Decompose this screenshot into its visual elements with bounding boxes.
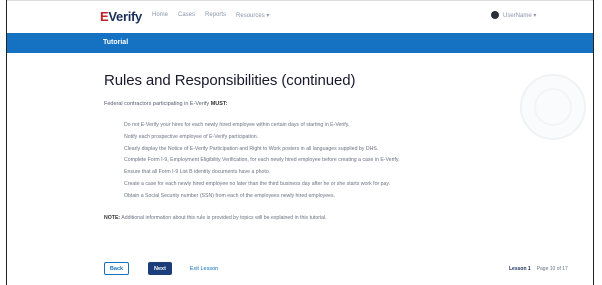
user-menu-label: UserName ▾	[503, 12, 537, 19]
rule-item: Ensure that all Form I-9 List B identity…	[124, 169, 271, 176]
intro-text: Federal contractors participating in E-V…	[104, 101, 228, 107]
intro-emphasis: MUST:	[210, 101, 228, 107]
back-button[interactable]: Back	[104, 262, 129, 275]
rule-item: Complete Form I-9, Employment Eligibilit…	[124, 157, 400, 164]
lesson-label: Lesson 1	[509, 266, 531, 272]
rule-item: Clearly display the Notice of E-Verify P…	[124, 145, 379, 152]
nav-link-home[interactable]: Home	[152, 12, 168, 19]
rule-item: Create a case for each newly hired emplo…	[124, 180, 391, 187]
dhs-seal-watermark	[520, 74, 586, 140]
dhs-seal-inner-ring	[534, 88, 572, 126]
nav-links: Home Cases Reports Resources ▾	[152, 12, 269, 19]
lesson-pager: Lesson 1 Page 10 of 17	[509, 266, 568, 272]
intro-prefix: Federal contractors participating in E-V…	[104, 101, 210, 107]
rules-list: Do not E-Verify your hires for each newl…	[124, 120, 400, 203]
logo-text: Verify	[108, 9, 142, 24]
note-body: Additional information about this rule i…	[121, 215, 327, 221]
exit-lesson-link[interactable]: Exit Lesson	[187, 262, 221, 275]
everify-logo[interactable]: EVerify	[100, 9, 142, 24]
user-icon	[491, 11, 499, 19]
rule-item: Obtain a Social Security number (SSN) fr…	[124, 192, 336, 199]
frame-right-border	[593, 0, 594, 285]
nav-link-cases[interactable]: Cases	[178, 12, 195, 19]
rule-item: Do not E-Verify your hires for each newl…	[124, 122, 350, 128]
user-menu[interactable]: UserName ▾	[491, 11, 536, 19]
tutorial-banner-label: Tutorial	[103, 39, 129, 46]
note-label: NOTE:	[104, 215, 121, 221]
top-navigation: EVerify Home Cases Reports Resources ▾ U…	[7, 0, 593, 33]
nav-link-reports[interactable]: Reports	[205, 12, 226, 19]
page-title: Rules and Responsibilities (continued)	[104, 72, 356, 89]
rule-item: Notify each prospective employee of E-Ve…	[124, 133, 259, 140]
note-text: NOTE: Additional information about this …	[104, 215, 327, 221]
tutorial-banner: Tutorial	[7, 33, 593, 53]
nav-link-resources[interactable]: Resources ▾	[236, 12, 269, 19]
next-button[interactable]: Next	[148, 262, 172, 275]
page-count: Page 10 of 17	[536, 266, 568, 272]
